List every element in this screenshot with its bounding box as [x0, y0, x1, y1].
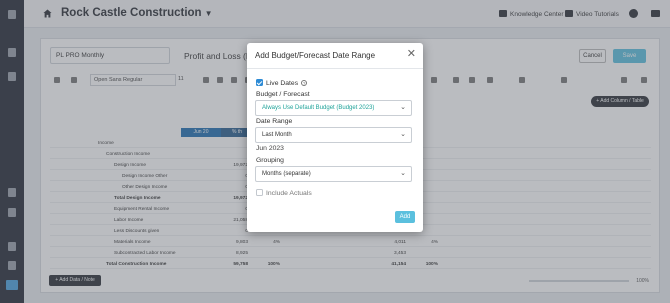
chevron-down-icon: ⌄ [400, 131, 406, 138]
live-dates-row[interactable]: Live Dates? [256, 79, 308, 87]
budget-forecast-label: Budget / Forecast [256, 91, 310, 98]
close-icon[interactable]: ✕ [407, 49, 416, 60]
date-range-preview: Jun 2023 [256, 145, 284, 152]
grouping-label: Grouping [256, 157, 284, 164]
chevron-down-icon: ⌄ [400, 170, 406, 177]
include-actuals-label: Include Actuals [266, 190, 312, 197]
include-actuals-row[interactable]: Include Actuals [256, 189, 312, 197]
date-range-value: Last Month [262, 132, 292, 138]
add-budget-forecast-dialog: Add Budget/Forecast Date Range ✕ Live Da… [247, 43, 423, 232]
dialog-title: Add Budget/Forecast Date Range [255, 51, 376, 60]
date-range-label: Date Range [256, 118, 293, 125]
budget-forecast-value: Always Use Default Budget (Budget 2023) [262, 105, 375, 111]
chevron-down-icon: ⌄ [400, 104, 406, 111]
add-button[interactable]: Add [395, 211, 415, 223]
dialog-header: Add Budget/Forecast Date Range ✕ [247, 43, 423, 69]
live-dates-label: Live Dates [266, 80, 299, 87]
budget-forecast-select[interactable]: Always Use Default Budget (Budget 2023) … [255, 100, 412, 116]
date-range-select[interactable]: Last Month ⌄ [255, 127, 412, 143]
help-icon[interactable]: ? [301, 80, 308, 86]
live-dates-checkbox[interactable] [256, 79, 263, 86]
include-actuals-checkbox[interactable] [256, 189, 263, 196]
grouping-select[interactable]: Months (separate) ⌄ [255, 166, 412, 182]
grouping-value: Months (separate) [262, 171, 311, 177]
